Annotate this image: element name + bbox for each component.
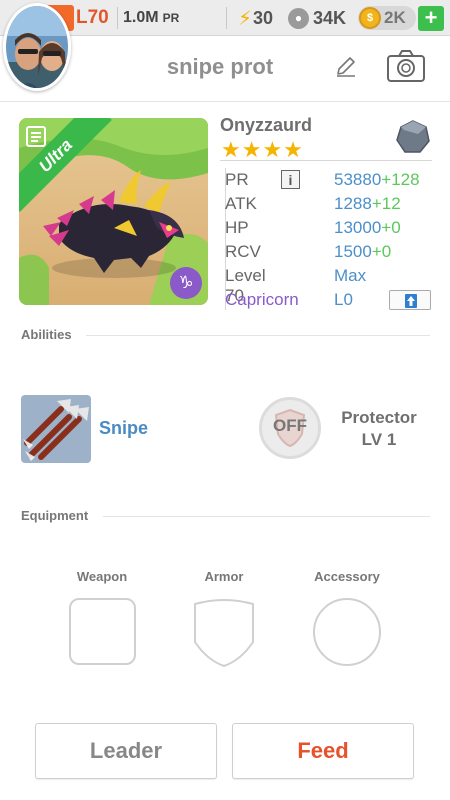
paw-icon: ● (288, 7, 309, 29)
accessory-label: Accessory (314, 569, 380, 584)
ability-name-snipe[interactable]: Snipe (99, 418, 148, 439)
hp-bonus: +0 (381, 218, 401, 237)
divider (220, 160, 432, 161)
stat-label: PR (225, 170, 249, 189)
pr-bonus: +128 (381, 170, 420, 189)
player-power-value: 1.0M (123, 9, 159, 26)
capricorn-icon: ♑ (170, 267, 202, 299)
zodiac-level: L0 (334, 290, 353, 309)
zodiac-label: Capricorn (225, 290, 299, 309)
abilities-heading: Abilities (21, 327, 72, 342)
zodiac-upgrade-button[interactable] (389, 290, 431, 310)
lightning-icon: ⚡ (238, 7, 253, 30)
gold-value: 2K (384, 8, 406, 27)
team-name: snipe prot (166, 54, 274, 79)
player-level: L70 (76, 7, 109, 28)
armor-slot[interactable] (191, 598, 257, 668)
stat-value: 13000+0 (334, 218, 401, 238)
add-currency-button[interactable]: + (418, 6, 444, 31)
player-power-unit: PR (162, 11, 180, 25)
energy-value: 30 (253, 7, 274, 28)
atk-bonus: +12 (371, 194, 401, 213)
hp-value: 13000 (334, 218, 382, 237)
armor-label: Armor (204, 569, 244, 584)
paw-counter[interactable]: ● 34K (288, 0, 346, 36)
camera-icon[interactable] (386, 48, 426, 84)
divider (103, 516, 430, 517)
pr-value: 53880 (334, 170, 382, 189)
coin-icon: $ (359, 7, 381, 29)
arrows-icon (21, 395, 91, 463)
leader-button[interactable]: Leader (35, 723, 217, 779)
arrow-up-icon (405, 294, 417, 308)
protector-label: Protector (341, 408, 417, 427)
team-name-row: snipe prot (0, 36, 450, 102)
info-button[interactable]: i (281, 170, 300, 189)
stat-value: 53880+128 (334, 170, 420, 190)
divider (86, 335, 430, 336)
level-value: Max (334, 266, 367, 285)
accessory-slot[interactable] (313, 598, 381, 666)
gold-counter[interactable]: $2K (359, 0, 406, 36)
stone-element-icon (396, 120, 430, 153)
atk-value: 1288 (334, 194, 372, 213)
paw-value: 34K (313, 7, 347, 28)
energy-counter[interactable]: ⚡ 30 (238, 0, 273, 36)
document-icon[interactable] (25, 124, 47, 148)
ability-name-protector: Protector LV 1 (327, 407, 431, 451)
stat-label: ATK (225, 194, 257, 213)
feed-button[interactable]: Feed (232, 723, 414, 779)
stat-value: 1500+0 (334, 242, 391, 262)
equipment-heading: Equipment (21, 508, 89, 523)
creature-portrait[interactable]: Ultra ♑ (19, 118, 208, 305)
rcv-value: 1500 (334, 242, 372, 261)
creature-name: Onyzzaurd (220, 115, 313, 135)
player-power: 1.0M PR (123, 0, 179, 36)
divider (226, 7, 227, 29)
divider (117, 7, 118, 29)
stat-value: 1288+12 (334, 194, 401, 214)
snipe-ability-icon[interactable] (21, 395, 91, 463)
weapon-label: Weapon (76, 569, 128, 584)
protector-level: LV 1 (361, 430, 397, 449)
ability-off-label: OFF (273, 416, 307, 435)
rcv-bonus: +0 (371, 242, 392, 261)
pencil-icon[interactable] (334, 54, 358, 78)
weapon-slot[interactable] (69, 598, 136, 665)
stat-label: RCV (225, 242, 261, 261)
stat-label: HP (225, 218, 249, 237)
